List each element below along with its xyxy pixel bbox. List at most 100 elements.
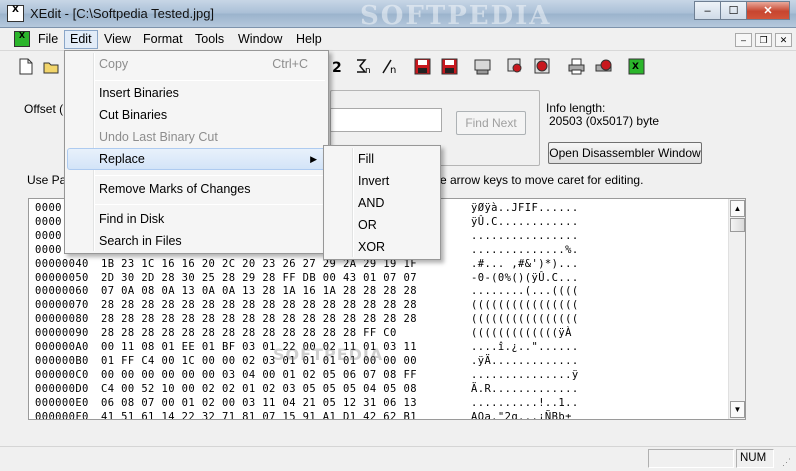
hex-bytes: 28 28 28 28 28 28 28 28 28 28 28 28 28 2… [101,299,417,312]
menu-item-remove-marks[interactable]: Remove Marks of Changes [67,178,326,200]
menu-item-undo-last-binary-cut[interactable]: Undo Last Binary Cut [67,126,326,148]
hex-ascii: AQa."2q...¡ÑBb± [471,410,572,420]
hex-offset: 00000080 [35,313,89,326]
title-bar: X XEdit - [C:\Softpedia Tested.jpg] SOFT… [0,0,796,31]
hex-offset: 000000C0 [35,368,89,381]
hex-offset: 000000B0 [35,354,89,367]
mdi-minimize-button[interactable]: ‒ [735,33,752,47]
disk-drive-icon[interactable] [471,55,494,78]
resize-grip-icon[interactable]: ⋰ [782,457,794,469]
hex-ascii: ..........!..1.. [471,396,579,409]
scroll-up-icon[interactable]: ▲ [730,200,745,217]
submenu-item-or[interactable]: OR [326,214,438,236]
hex-ascii: ................ [471,229,579,242]
save-red-alt-icon[interactable] [438,55,461,78]
find-next-button[interactable]: Find Next [456,111,526,135]
hex-ascii: ÿØÿà..JFIF...... [471,202,579,214]
menu-tools[interactable]: Tools [190,30,229,49]
menu-view[interactable]: View [99,30,136,49]
window-title: XEdit - [C:\Softpedia Tested.jpg] [30,6,215,21]
fraction-n-icon[interactable]: n [378,55,401,78]
menu-item-find-in-disk[interactable]: Find in Disk [67,208,326,230]
hex-offset: 000000D0 [35,382,89,395]
svg-text:X: X [632,62,639,72]
scroll-down-icon[interactable]: ▼ [730,401,745,418]
search-red-icon[interactable] [531,55,554,78]
vertical-scrollbar[interactable]: ▲ ▼ [728,199,745,419]
document-icon[interactable]: X [14,31,30,47]
xedit-app-icon[interactable]: X [625,55,648,78]
menu-item-insert-binaries[interactable]: Insert Binaries [67,82,326,104]
hex-ascii: ........(...(((( [471,285,579,298]
hex-watermark: SOFTPEDIA [273,345,384,364]
info-length-label: Info length: [546,101,606,115]
close-icon: ✕ [763,5,773,17]
open-folder-icon[interactable] [40,55,63,78]
hex-offset: 00000090 [35,327,89,340]
hex-ascii: ÿÛ.C............ [471,215,579,228]
mdi-close-button[interactable]: ✕ [775,33,792,47]
menu-file[interactable]: File [33,30,63,49]
hex-ascii: -0-(0%()(ÿÛ.C... [471,271,579,284]
menu-bar: X File Edit View Format Tools Window Hel… [0,28,796,51]
info-length-value: 20503 (0x5017) byte [549,114,660,128]
menu-help[interactable]: Help [291,30,327,49]
print-icon[interactable] [565,55,588,78]
status-bar: NUM ⋰ [0,446,796,471]
print-red-icon[interactable] [592,55,615,78]
find-red-icon[interactable] [504,55,527,78]
menu-item-cut-binaries[interactable]: Cut Binaries [67,104,326,126]
save-red-icon[interactable] [411,55,434,78]
hex-bytes: 28 28 28 28 28 28 28 28 28 28 28 28 28 F… [101,327,397,340]
hex-offset: 00000050 [35,271,89,284]
use-panel-label: Use Pa [27,173,67,187]
maximize-button[interactable]: ☐ [720,1,747,20]
menu-edit[interactable]: Edit [64,30,98,49]
hex-offset: 000000A0 [35,341,89,353]
submenu-item-xor[interactable]: XOR [326,236,438,258]
hex-offset: 0000 [35,229,62,242]
submenu-item-invert[interactable]: Invert [326,170,438,192]
hex-ascii: (((((((((((((((( [471,299,579,312]
hex-ascii: ....î.¿.."...... [471,341,579,353]
hex-bytes: 07 0A 08 0A 13 0A 0A 13 28 1A 16 1A 28 2… [101,285,417,298]
new-file-icon[interactable] [14,55,37,78]
svg-text:n: n [390,65,396,76]
title-watermark: SOFTPEDIA [360,1,552,31]
hex-bytes: 2D 30 2D 28 30 25 28 29 28 FF DB 00 43 0… [101,271,417,284]
minimize-button[interactable]: ‒ [694,1,721,20]
submenu-arrow-icon: ▶ [310,154,317,164]
submenu-item-fill[interactable]: Fill [326,148,438,170]
menu-window[interactable]: Window [233,30,287,49]
menu-item-copy[interactable]: Copy Ctrl+C [67,53,326,75]
svg-text:2: 2 [332,60,342,76]
sum-2-icon[interactable]: 2 [328,55,351,78]
close-button[interactable]: ✕ [746,1,790,20]
hex-offset: 00000060 [35,285,89,298]
find-input[interactable] [330,108,442,132]
scroll-thumb[interactable] [730,218,745,232]
hex-ascii: ...............ÿ [471,368,579,381]
svg-text:n: n [365,66,371,76]
edit-menu: Copy Ctrl+C Insert Binaries Cut Binaries … [64,50,329,254]
sum-n-icon[interactable]: n [352,55,375,78]
hex-ascii: ..............%. [471,243,579,256]
menu-item-search-in-files[interactable]: Search in Files [67,230,326,252]
open-disassembler-button[interactable]: Open Disassembler Window [548,142,702,164]
menu-format[interactable]: Format [138,30,188,49]
status-num: NUM [736,449,774,468]
mdi-restore-button[interactable]: ❐ [755,33,772,47]
hex-ascii: .ÿÄ............. [471,354,579,367]
menu-item-replace[interactable]: Replace ▶ [67,148,326,170]
app-icon[interactable]: X [7,5,24,22]
submenu-item-and[interactable]: AND [326,192,438,214]
hex-bytes: 06 08 07 00 01 02 00 03 11 04 21 05 12 3… [101,396,417,409]
hex-ascii: (((((((((((((ÿÀ [471,327,572,340]
arrow-keys-hint: e arrow keys to move caret for editing. [440,173,644,187]
hex-offset: 00000040 [35,257,89,270]
hex-ascii: .#... ,#&')*)... [471,257,579,270]
hex-ascii: (((((((((((((((( [471,313,579,326]
hex-bytes: 00 00 00 00 00 00 03 04 00 01 02 05 06 0… [101,368,417,381]
hex-bytes: 41 51 61 14 22 32 71 81 07 15 91 A1 D1 4… [101,410,417,420]
hex-offset: 00000070 [35,299,89,312]
